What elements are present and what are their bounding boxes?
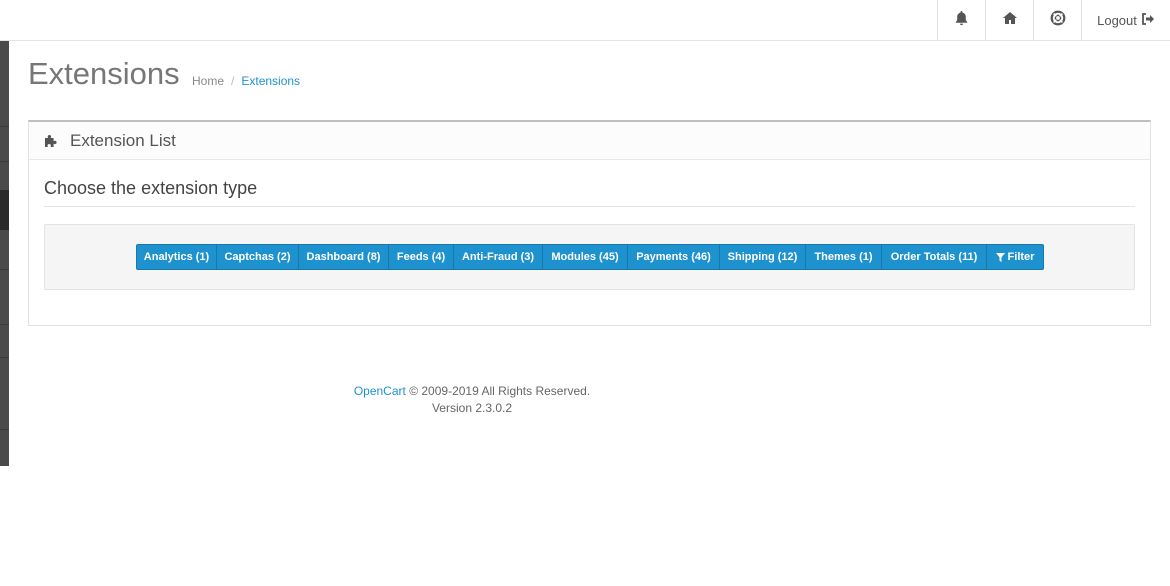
- home-icon: [1002, 11, 1018, 30]
- copyright-text: © 2009-2019 All Rights Reserved.: [409, 384, 591, 398]
- footer-copyright-line: OpenCart © 2009-2019 All Rights Reserved…: [300, 383, 644, 400]
- notifications-button[interactable]: [937, 0, 985, 41]
- panel-heading: Extension List: [29, 122, 1150, 160]
- type-payments-button[interactable]: Payments (46): [628, 244, 720, 270]
- page-title: Extensions: [28, 56, 180, 91]
- bell-icon: [954, 10, 969, 31]
- type-analytics-button[interactable]: Analytics (1): [136, 244, 217, 270]
- type-feeds-button[interactable]: Feeds (4): [389, 244, 454, 270]
- type-order-totals-button[interactable]: Order Totals (11): [882, 244, 987, 270]
- type-dashboard-button[interactable]: Dashboard (8): [299, 244, 389, 270]
- breadcrumb-separator: /: [231, 74, 235, 88]
- extension-type-button-group: Analytics (1) Captchas (2) Dashboard (8)…: [136, 244, 1044, 270]
- sidebar-divider: [0, 126, 9, 127]
- filter-button[interactable]: Filter: [987, 244, 1044, 270]
- type-anti-fraud-button[interactable]: Anti-Fraud (3): [454, 244, 543, 270]
- home-button[interactable]: [985, 0, 1033, 41]
- extension-type-legend: Choose the extension type: [44, 178, 1135, 207]
- top-header: Logout: [0, 0, 1170, 41]
- footer: OpenCart © 2009-2019 All Rights Reserved…: [300, 383, 644, 417]
- type-captchas-button[interactable]: Captchas (2): [217, 244, 299, 270]
- type-modules-button[interactable]: Modules (45): [543, 244, 628, 270]
- panel-title: Extension List: [70, 130, 176, 150]
- sidebar-divider: [0, 269, 9, 270]
- sidebar-divider: [0, 161, 9, 162]
- sidebar-divider: [0, 429, 9, 430]
- extension-type-well: Analytics (1) Captchas (2) Dashboard (8)…: [44, 224, 1135, 290]
- sidebar-collapsed: [0, 41, 9, 466]
- logout-button[interactable]: Logout: [1081, 0, 1170, 41]
- opencart-link[interactable]: OpenCart: [354, 384, 406, 398]
- top-nav: Logout: [937, 0, 1170, 41]
- filter-label: Filter: [1007, 251, 1035, 263]
- breadcrumb-home[interactable]: Home: [192, 74, 224, 88]
- version-text: Version 2.3.0.2: [431, 401, 513, 415]
- help-button[interactable]: [1033, 0, 1081, 41]
- breadcrumb: Home / Extensions: [192, 74, 300, 88]
- type-shipping-button[interactable]: Shipping (12): [720, 244, 806, 270]
- sidebar-active-item[interactable]: [0, 190, 9, 230]
- filter-icon: [995, 252, 1005, 262]
- type-themes-button[interactable]: Themes (1): [806, 244, 882, 270]
- logout-label: Logout: [1097, 13, 1137, 28]
- breadcrumb-extensions[interactable]: Extensions: [241, 74, 300, 88]
- puzzle-piece-icon: [44, 134, 58, 148]
- sign-out-icon: [1141, 13, 1155, 28]
- life-ring-icon: [1050, 10, 1066, 31]
- sidebar-divider: [0, 324, 9, 325]
- extension-list-panel: Extension List Choose the extension type…: [28, 120, 1151, 326]
- sidebar-divider: [0, 357, 9, 358]
